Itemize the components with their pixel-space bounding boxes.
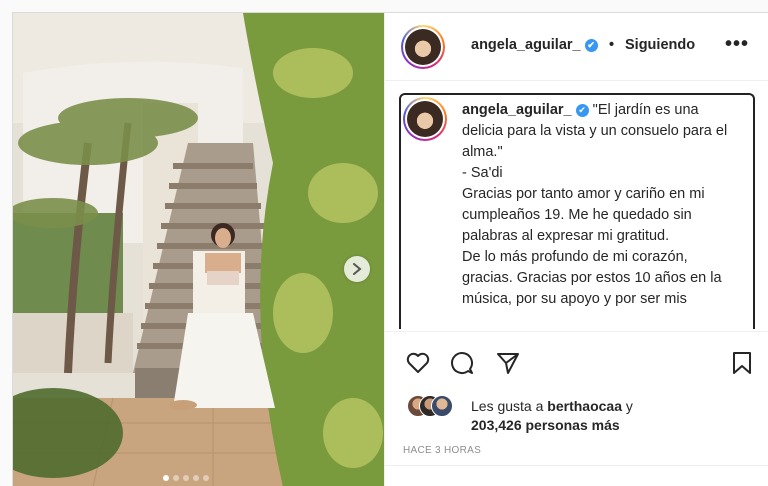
- verified-badge-icon: ✔: [584, 38, 598, 52]
- liker-avatar[interactable]: [431, 395, 453, 417]
- more-options-icon[interactable]: •••: [725, 33, 749, 56]
- post-container: angela_aguilar_ ✔ • Siguiendo ••• angela…: [12, 12, 768, 486]
- carousel-dot: [163, 475, 169, 481]
- comment-icon[interactable]: [449, 350, 475, 376]
- liker-username[interactable]: berthaocaa: [547, 398, 622, 414]
- likes-text: Les gusta a berthaocaa y 203,426 persona…: [471, 398, 633, 433]
- caption-username[interactable]: angela_aguilar_: [462, 102, 572, 118]
- likes-count[interactable]: 203,426 personas más: [471, 417, 620, 433]
- post-header: angela_aguilar_ ✔ • Siguiendo •••: [385, 13, 768, 81]
- header-separator: •: [609, 37, 615, 53]
- share-icon[interactable]: [495, 350, 521, 376]
- caption-box: angela_aguilar_ ✔ "El jardín es una deli…: [399, 93, 755, 329]
- carousel-dot: [173, 475, 179, 481]
- caption-text-block: angela_aguilar_ ✔ "El jardín es una deli…: [462, 100, 742, 310]
- heart-icon[interactable]: [405, 350, 431, 376]
- comment-bar: [385, 465, 768, 486]
- post-timestamp[interactable]: HACE 3 HORAS: [403, 445, 481, 456]
- next-image-button[interactable]: [344, 256, 370, 282]
- header-username[interactable]: angela_aguilar_ ✔: [471, 37, 598, 53]
- post-image[interactable]: [13, 13, 384, 486]
- caption-avatar[interactable]: [403, 97, 447, 141]
- chevron-right-icon: [353, 263, 362, 275]
- avatar[interactable]: [401, 25, 445, 69]
- carousel-dot: [193, 475, 199, 481]
- bookmark-icon[interactable]: [729, 350, 755, 376]
- carousel-dot: [203, 475, 209, 481]
- carousel-indicator: [163, 475, 209, 481]
- post-actions: Les gusta a berthaocaa y 203,426 persona…: [385, 331, 768, 433]
- post-side-panel: angela_aguilar_ ✔ • Siguiendo ••• angela…: [384, 13, 768, 486]
- following-button[interactable]: Siguiendo: [625, 37, 695, 53]
- caption-text: "El jardín es una delicia para la vista …: [462, 102, 728, 307]
- post-photo: [13, 13, 384, 486]
- verified-badge-icon: ✔: [575, 103, 589, 117]
- carousel-dot: [183, 475, 189, 481]
